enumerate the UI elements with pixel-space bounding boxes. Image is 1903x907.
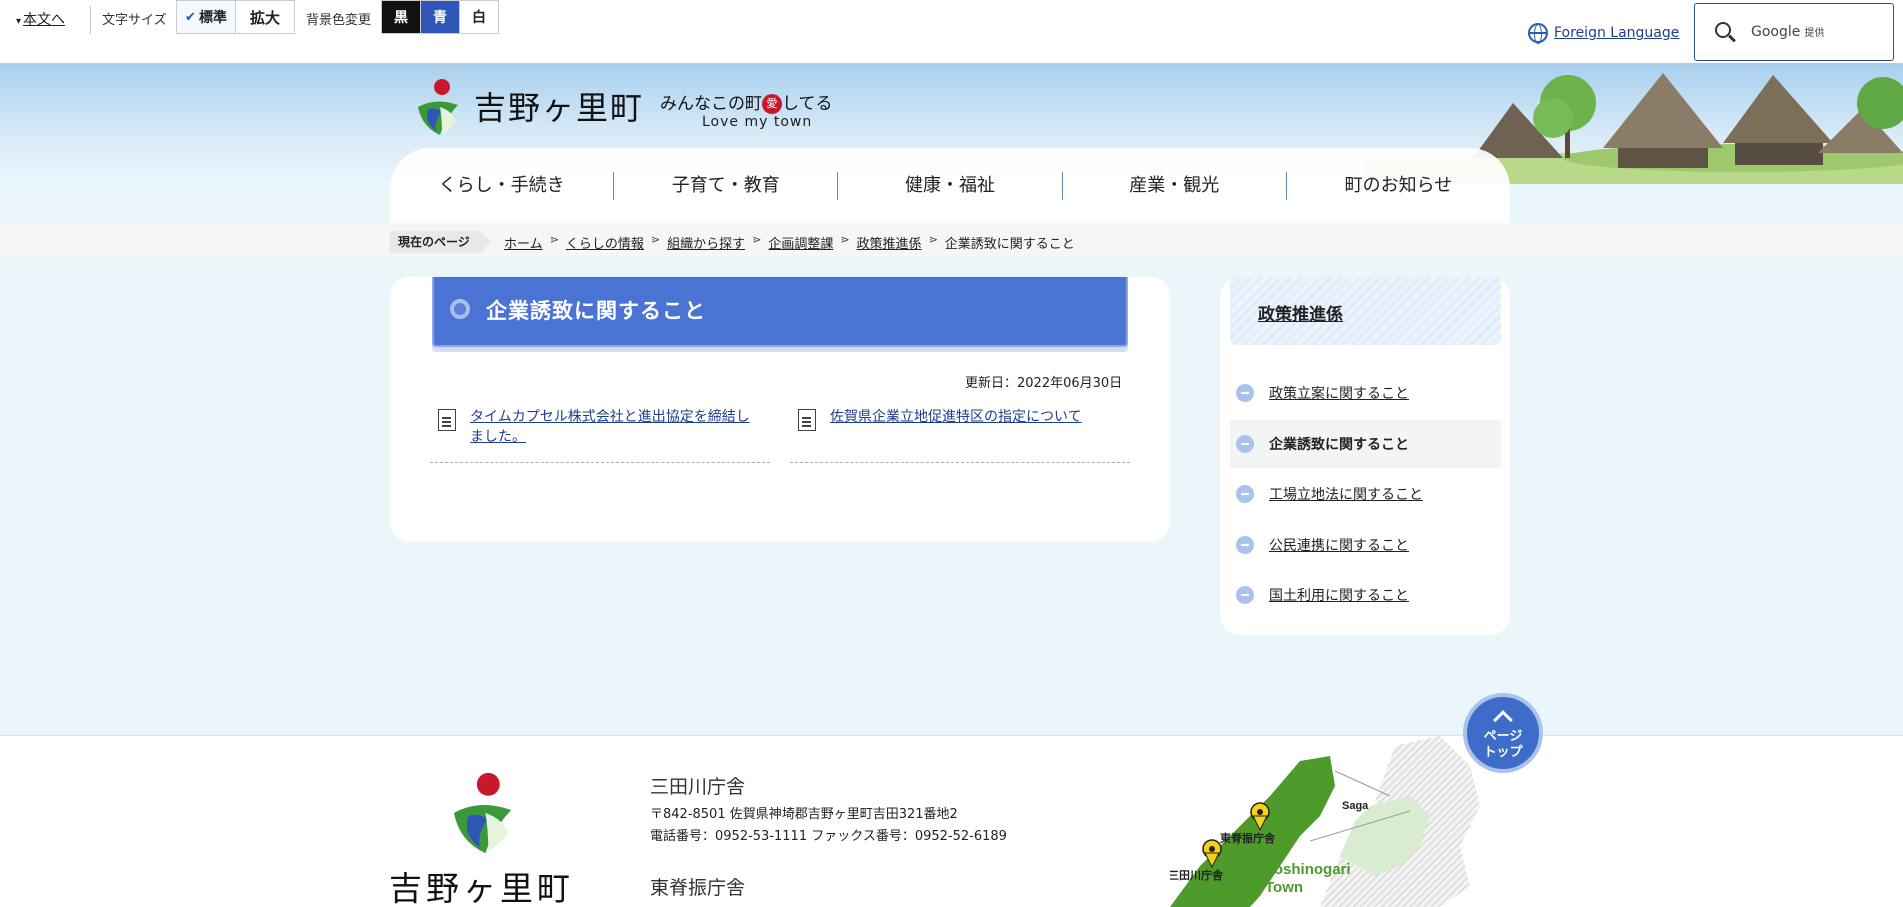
breadcrumb-separator-icon: ⋗ bbox=[928, 233, 938, 246]
page-title-bar: 企業誘致に関すること bbox=[432, 277, 1128, 347]
bg-black-button[interactable]: 黒 bbox=[381, 0, 421, 34]
map-label-saga: Saga bbox=[1342, 800, 1369, 812]
search-provided: 提供 bbox=[1804, 28, 1825, 39]
search-box[interactable]: Google 提供 bbox=[1694, 3, 1894, 61]
nav-item-health[interactable]: 健康・福祉 bbox=[838, 171, 1063, 200]
arrow-circle-icon bbox=[1236, 586, 1254, 604]
sidebar-item-policy-planning[interactable]: 政策立案に関すること bbox=[1230, 369, 1501, 417]
search-google-label: Google 提供 bbox=[1751, 24, 1824, 40]
doc-link-special-zone[interactable]: 佐賀県企業立地促進特区の指定について bbox=[830, 407, 1082, 427]
bg-white-label: 白 bbox=[472, 10, 486, 26]
circle-icon bbox=[450, 299, 470, 319]
breadcrumb-separator-icon: ⋗ bbox=[752, 233, 762, 246]
arrow-circle-icon bbox=[1236, 435, 1254, 453]
breadcrumb: ホーム ⋗ くらしの情報 ⋗ 組織から探す ⋗ 企画調整課 ⋗ 政策推進係 ⋗ … bbox=[504, 233, 1075, 252]
sidebar-item-label: 政策立案に関すること bbox=[1269, 386, 1409, 402]
site-logo-text[interactable]: 吉野ヶ里町 bbox=[474, 83, 644, 129]
nav-item-news[interactable]: 町のお知らせ bbox=[1287, 172, 1510, 200]
nav-item-industry[interactable]: 産業・観光 bbox=[1063, 171, 1287, 200]
background-color-label: 背景色変更 bbox=[306, 13, 372, 28]
doc-link-line: タイムカプセル株式会社と進出協定を締結し bbox=[470, 409, 750, 425]
map-label-higashisefuri: 東脊振庁舎 bbox=[1220, 831, 1276, 845]
town-logo-icon bbox=[418, 79, 458, 135]
map-label-yoshinogari: Yoshinogari bbox=[1265, 861, 1351, 878]
map-label-town: Town bbox=[1265, 879, 1303, 896]
chevron-up-icon bbox=[1493, 710, 1513, 730]
foreign-language-label: Foreign Language bbox=[1554, 25, 1680, 41]
sidebar-item-land-use[interactable]: 国土利用に関すること bbox=[1230, 571, 1501, 619]
doc-link-time-capsule[interactable]: タイムカプセル株式会社と進出協定を締結し ました。 bbox=[470, 407, 750, 447]
breadcrumb-by-organization[interactable]: 組織から探す bbox=[667, 233, 745, 252]
page-top-label: ページ bbox=[1483, 729, 1523, 744]
slogan-post: してる bbox=[782, 94, 833, 114]
search-icon[interactable] bbox=[1715, 22, 1731, 38]
global-nav: くらし・手続き 子育て・教育 健康・福祉 産業・観光 町のお知らせ bbox=[390, 148, 1510, 223]
document-icon bbox=[438, 409, 456, 431]
page-top-label: トップ bbox=[1483, 745, 1523, 760]
sidebar-item-factory-law[interactable]: 工場立地法に関すること bbox=[1230, 470, 1501, 518]
footer-phone: 電話番号：0952-53-1111 ファックス番号：0952-52-6189 bbox=[650, 829, 1007, 844]
sidebar-item-business-attraction[interactable]: 企業誘致に関すること bbox=[1230, 420, 1501, 468]
arrow-circle-icon bbox=[1236, 384, 1254, 402]
arrow-circle-icon bbox=[1236, 536, 1254, 554]
footer-logo-text: 吉野ヶ里町 bbox=[389, 869, 574, 907]
utility-divider bbox=[90, 6, 91, 34]
sidebar-title-link[interactable]: 政策推進係 bbox=[1258, 300, 1343, 325]
doc-link-line: ました。 bbox=[470, 429, 526, 445]
list-item: 佐賀県企業立地促進特区の指定について bbox=[790, 405, 1130, 463]
doc-link-line: 佐賀県企業立地促進特区の指定について bbox=[830, 409, 1082, 425]
font-size-standard-label: 標準 bbox=[198, 10, 227, 26]
list-item: タイムカプセル株式会社と進出協定を締結し ました。 bbox=[430, 405, 770, 463]
slogan: みんなこの町愛してる bbox=[660, 89, 833, 114]
nav-item-childcare[interactable]: 子育て・教育 bbox=[614, 171, 839, 200]
sidebar-item-public-private[interactable]: 公民連携に関すること bbox=[1230, 521, 1501, 569]
breadcrumb-separator-icon: ⋗ bbox=[549, 233, 559, 246]
bg-white-button[interactable]: 白 bbox=[459, 0, 499, 34]
page-top-button[interactable]: ページ トップ bbox=[1463, 693, 1543, 773]
breadcrumb-separator-icon: ⋗ bbox=[840, 233, 850, 246]
sidebar-item-label: 企業誘致に関すること bbox=[1269, 437, 1409, 453]
globe-icon bbox=[1528, 23, 1548, 44]
sidebar-header: 政策推進係 bbox=[1230, 277, 1501, 345]
document-icon bbox=[798, 409, 816, 431]
bg-blue-label: 青 bbox=[433, 10, 447, 26]
breadcrumb-separator-icon: ⋗ bbox=[650, 233, 661, 246]
font-size-large-button[interactable]: 拡大 bbox=[235, 0, 295, 34]
breadcrumb-living-info[interactable]: くらしの情報 bbox=[566, 233, 644, 252]
slogan-english: Love my town bbox=[702, 114, 813, 130]
breadcrumb-planning-division[interactable]: 企画調整課 bbox=[768, 233, 833, 252]
bg-blue-button[interactable]: 青 bbox=[420, 0, 460, 34]
page-title: 企業誘致に関すること bbox=[486, 298, 706, 323]
foreign-language-link[interactable]: Foreign Language bbox=[1528, 23, 1680, 44]
sidebar-item-label: 工場立地法に関すること bbox=[1269, 487, 1423, 503]
utility-bar: 本文へ 文字サイズ ✔ 標準 拡大 背景色変更 黒 青 白 Foreign La… bbox=[0, 0, 1903, 63]
font-size-standard-button[interactable]: ✔ 標準 bbox=[176, 0, 236, 34]
font-size-label: 文字サイズ bbox=[102, 13, 167, 28]
search-brand: Google bbox=[1751, 24, 1801, 40]
footer-office-name: 東脊振庁舎 bbox=[650, 877, 746, 899]
sidebar-item-label: 公民連携に関すること bbox=[1269, 538, 1409, 554]
font-size-large-label: 拡大 bbox=[249, 8, 280, 27]
breadcrumb-current-page: 企業誘致に関すること bbox=[944, 237, 1075, 252]
updated-date: 更新日：2022年06月30日 bbox=[965, 376, 1123, 391]
arrow-circle-icon bbox=[1236, 485, 1254, 503]
heart-icon: 愛 bbox=[762, 94, 782, 114]
town-logo-icon bbox=[453, 772, 512, 854]
map-label-mitagawa: 三田川庁舎 bbox=[1170, 868, 1224, 882]
skip-to-content-link[interactable]: 本文へ bbox=[16, 9, 65, 29]
location-map: Saga 東脊振庁舎 三田川庁舎 Yoshinogari Town bbox=[1170, 736, 1480, 907]
breadcrumb-current-label: 現在のページ bbox=[390, 231, 491, 253]
breadcrumb-policy-section[interactable]: 政策推進係 bbox=[857, 233, 922, 252]
footer-office-name: 三田川庁舎 bbox=[650, 776, 746, 798]
slogan-pre: みんなこの町 bbox=[660, 94, 762, 114]
sidebar-item-label: 国土利用に関すること bbox=[1269, 588, 1409, 604]
check-icon: ✔ bbox=[185, 9, 196, 25]
bg-black-label: 黒 bbox=[394, 10, 408, 26]
footer-address: 〒842-8501 佐賀県神埼郡吉野ヶ里町吉田321番地2 bbox=[650, 807, 958, 822]
breadcrumb-home[interactable]: ホーム bbox=[504, 233, 543, 252]
nav-item-living[interactable]: くらし・手続き bbox=[390, 171, 615, 200]
